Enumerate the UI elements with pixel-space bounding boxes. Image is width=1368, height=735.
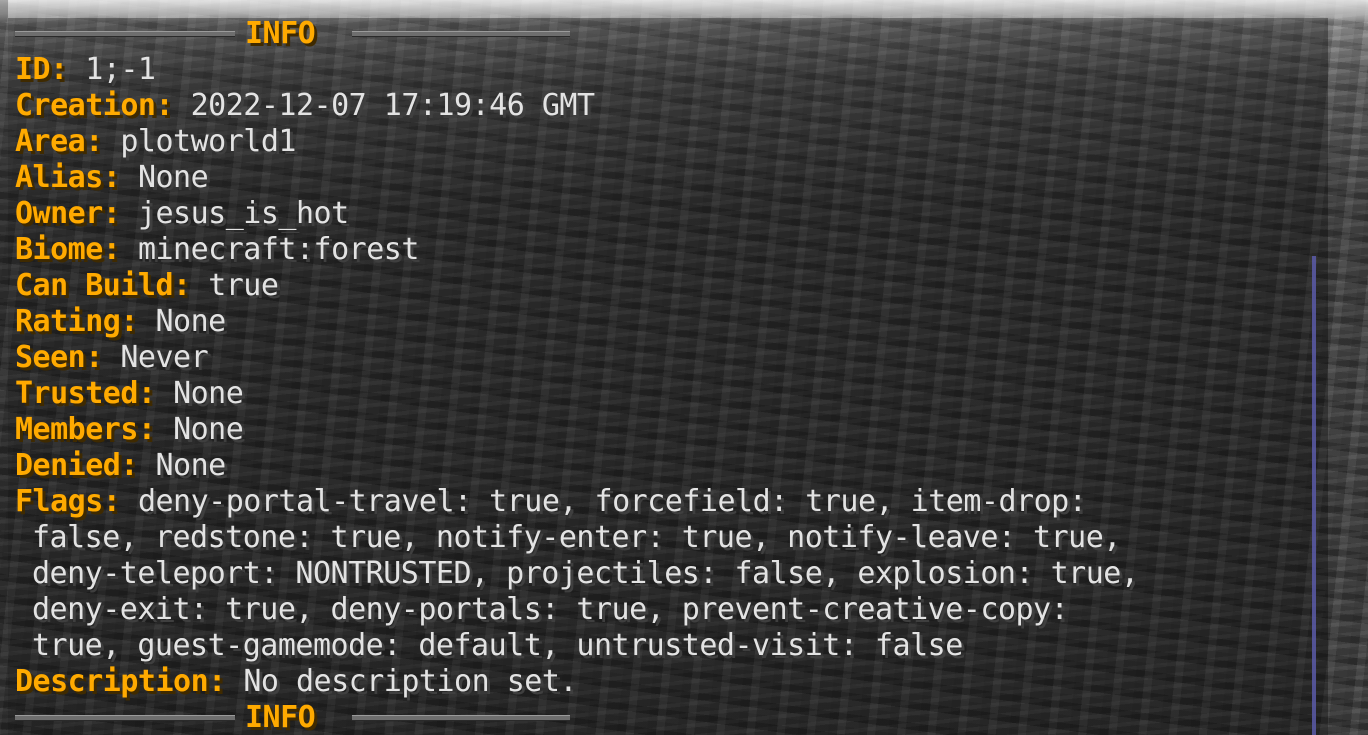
field-key: Members: [15,412,156,447]
field-key: Biome: [15,232,121,267]
field-can-build: Can Build: true [15,268,1315,304]
field-id: ID: 1;-1 [15,52,1315,88]
flags-line: deny-teleport: NONTRUSTED, projectiles: … [32,556,1139,591]
field-creation: Creation: 2022-12-07 17:19:46 GMT [15,88,1315,124]
field-biome: Biome: minecraft:forest [15,232,1315,268]
field-key: Denied: [15,448,138,483]
field-value: true [208,268,279,303]
field-key: Seen: [15,340,103,375]
field-value: None [173,376,244,411]
field-value: jesus_is_hot [137,196,349,231]
flags-continuation: deny-exit: true, deny-portals: true, pre… [15,592,1315,628]
field-denied: Denied: None [15,448,1315,484]
field-owner: Owner: jesus_is_hot [15,196,1315,232]
field-value: None [137,160,209,195]
field-key: Flags: [15,484,121,519]
field-value: None [155,304,227,339]
field-key: Can Build: [15,268,191,303]
flags-line: true, guest-gamemode: default, untrusted… [32,628,963,663]
field-value: 1;-1 [85,52,156,87]
flags-line: deny-portal-travel: true, forcefield: tr… [137,484,1087,519]
footer-rule-right [352,715,570,721]
field-key: Trusted: [15,376,156,411]
field-members: Members: None [15,412,1315,448]
field-trusted: Trusted: None [15,376,1315,412]
info-header: INFO [15,16,1315,52]
field-alias: Alias: None [15,160,1315,196]
field-key: Description: [15,664,226,699]
field-value: None [173,412,244,447]
field-rating: Rating: None [15,304,1315,340]
footer-rule-left [15,715,235,721]
field-seen: Seen: Never [15,340,1315,376]
screen-edge [0,0,8,735]
flags-continuation: false, redstone: true, notify-enter: tru… [15,520,1315,556]
field-key: Rating: [15,304,138,339]
field-description: Description: No description set. [15,664,1315,700]
game-world-background: INFO ID: 1;-1 Creation: 2022-12-07 17:19… [0,0,1368,735]
field-value: None [155,448,227,483]
flags-line: false, redstone: true, notify-enter: tru… [32,520,1121,555]
field-key: Area: [15,124,103,159]
field-key: Owner: [15,196,121,231]
chat-log: INFO ID: 1;-1 Creation: 2022-12-07 17:19… [15,16,1315,735]
header-rule-right [352,31,570,37]
flags-line: deny-exit: true, deny-portals: true, pre… [32,592,1069,627]
field-value: Never [120,340,209,375]
field-key: Creation: [15,88,174,123]
info-footer: INFO [15,700,1315,735]
flags-continuation: deny-teleport: NONTRUSTED, projectiles: … [15,556,1315,592]
info-footer-title: INFO [245,700,316,735]
field-area: Area: plotworld1 [15,124,1315,160]
field-value: plotworld1 [120,124,296,159]
flags-continuation: true, guest-gamemode: default, untrusted… [15,628,1315,664]
field-key: ID: [15,52,68,87]
field-value: 2022-12-07 17:19:46 GMT [190,88,595,123]
info-header-title: INFO [245,16,316,51]
field-value: No description set. [243,664,577,699]
field-flags: Flags: deny-portal-travel: true, forcefi… [15,484,1315,520]
field-key: Alias: [15,160,121,195]
field-value: minecraft:forest [137,232,419,267]
header-rule-left [15,31,235,37]
